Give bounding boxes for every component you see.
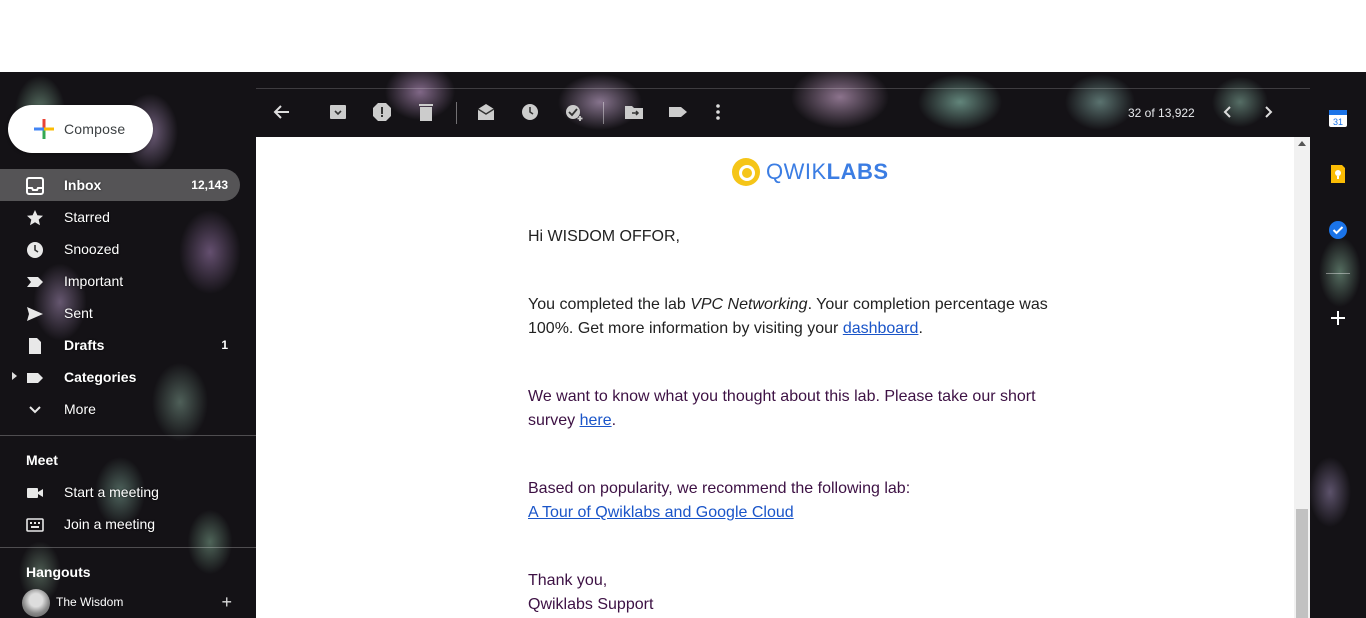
sender-name: Qwiklabs Support (528, 596, 654, 613)
dashboard-link[interactable]: dashboard (843, 320, 919, 337)
join-meeting-button[interactable]: Join a meeting (0, 508, 240, 540)
draft-icon (29, 338, 41, 354)
chevron-down-icon (29, 406, 41, 414)
toolbar-separator (456, 102, 457, 124)
keep-icon[interactable] (1328, 164, 1348, 184)
sidebar-item-more[interactable]: More (0, 393, 240, 425)
star-icon (27, 210, 43, 226)
calendar-day: 31 (1333, 117, 1343, 127)
add-addon-icon[interactable] (1328, 308, 1348, 328)
inbox-icon (26, 177, 44, 195)
back-arrow-icon[interactable] (272, 102, 292, 122)
email-body: QWIK LABS Hi WISDOM OFFOR, You completed … (256, 137, 1294, 618)
start-meeting-button[interactable]: Start a meeting (0, 476, 240, 508)
lab-name: VPC Networking (690, 296, 808, 313)
move-to-icon[interactable] (624, 102, 644, 122)
unread-count: 12,143 (191, 178, 228, 192)
start-meeting-label: Start a meeting (64, 484, 159, 500)
sidebar-item-label: Sent (64, 305, 93, 321)
video-camera-icon (27, 488, 43, 498)
rail-separator (1326, 273, 1350, 274)
sign-off: Thank you, (528, 572, 608, 589)
logo-text-qwik: QWIK (766, 159, 827, 184)
survey-paragraph: We want to know what you thought about t… (528, 385, 1068, 433)
mark-unread-icon[interactable] (476, 102, 496, 122)
logo-text-labs: LABS (826, 159, 889, 184)
avatar (22, 589, 50, 617)
sidebar-divider (0, 547, 256, 548)
email-scrollbar[interactable] (1294, 137, 1310, 618)
sidebar-divider (0, 435, 256, 436)
more-vert-icon[interactable] (708, 102, 728, 122)
older-chevron-icon[interactable] (1258, 102, 1278, 122)
text: . (918, 320, 923, 337)
text: Based on popularity, we recommend the fo… (528, 480, 911, 497)
send-icon (27, 307, 43, 321)
text: You completed the lab (528, 296, 691, 313)
sidebar-item-label: Inbox (64, 177, 102, 193)
sidebar-item-label: Starred (64, 209, 110, 225)
sidebar-item-categories[interactable]: Categories (0, 361, 240, 393)
text: . (611, 412, 617, 429)
sidebar-item-label: More (64, 401, 96, 417)
greeting: Hi WISDOM OFFOR, (528, 228, 680, 245)
scrollbar-thumb[interactable] (1296, 509, 1308, 618)
drafts-count: 1 (221, 338, 228, 352)
sidebar-item-label: Categories (64, 369, 137, 385)
recommended-lab-link[interactable]: A Tour of Qwiklabs and Google Cloud (528, 504, 794, 521)
report-spam-icon[interactable] (372, 102, 392, 122)
sidebar-item-snoozed[interactable]: Snoozed (0, 233, 240, 265)
sidebar-item-inbox[interactable]: Inbox 12,143 (0, 169, 240, 201)
completion-paragraph: You completed the lab VPC Networking. Yo… (528, 293, 1068, 341)
archive-icon[interactable] (328, 102, 348, 122)
sidebar-item-drafts[interactable]: Drafts 1 (0, 329, 240, 361)
hangouts-user-name: The Wisdom (56, 595, 124, 609)
browser-top-area (0, 0, 1366, 72)
expand-caret-icon[interactable] (12, 372, 17, 380)
delete-icon[interactable] (416, 102, 436, 122)
qwiklabs-logo-icon (732, 158, 760, 186)
snooze-icon[interactable] (520, 102, 540, 122)
side-panel-rail: 31 (1310, 88, 1366, 618)
add-contact-icon[interactable]: + (221, 592, 232, 613)
sidebar-item-label: Drafts (64, 337, 105, 353)
calendar-icon[interactable]: 31 (1328, 108, 1348, 128)
important-icon (27, 277, 43, 287)
hangouts-user[interactable]: The Wisdom + (22, 588, 254, 617)
scroll-up-arrow-icon[interactable] (1298, 141, 1306, 146)
sidebar-item-important[interactable]: Important (0, 265, 240, 297)
clock-icon (27, 242, 43, 258)
label-icon (27, 373, 43, 383)
qwiklabs-logo: QWIK LABS (732, 157, 889, 187)
add-task-icon[interactable] (564, 102, 584, 122)
labels-icon[interactable] (668, 102, 688, 122)
hangouts-section-title: Hangouts (26, 564, 91, 580)
sidebar-item-starred[interactable]: Starred (0, 201, 240, 233)
pagination-count: 32 of 13,922 (1128, 106, 1195, 120)
compose-button[interactable]: Compose (8, 105, 153, 153)
sidebar-item-label: Important (64, 273, 124, 289)
newer-chevron-icon[interactable] (1218, 102, 1238, 122)
join-meeting-label: Join a meeting (64, 516, 156, 532)
tasks-icon[interactable] (1328, 220, 1348, 240)
sidebar-item-label: Snoozed (64, 241, 120, 257)
compose-plus-icon (34, 119, 54, 139)
toolbar-top-line (256, 88, 1310, 89)
toolbar-separator (603, 102, 604, 124)
signature: Thank you, Qwiklabs Support (528, 569, 1068, 617)
survey-link[interactable]: here (580, 412, 612, 429)
compose-label: Compose (64, 121, 126, 137)
meet-section-title: Meet (26, 452, 58, 468)
recommend-paragraph: Based on popularity, we recommend the fo… (528, 477, 1068, 525)
keyboard-icon (26, 518, 44, 532)
sidebar-item-sent[interactable]: Sent (0, 297, 240, 329)
